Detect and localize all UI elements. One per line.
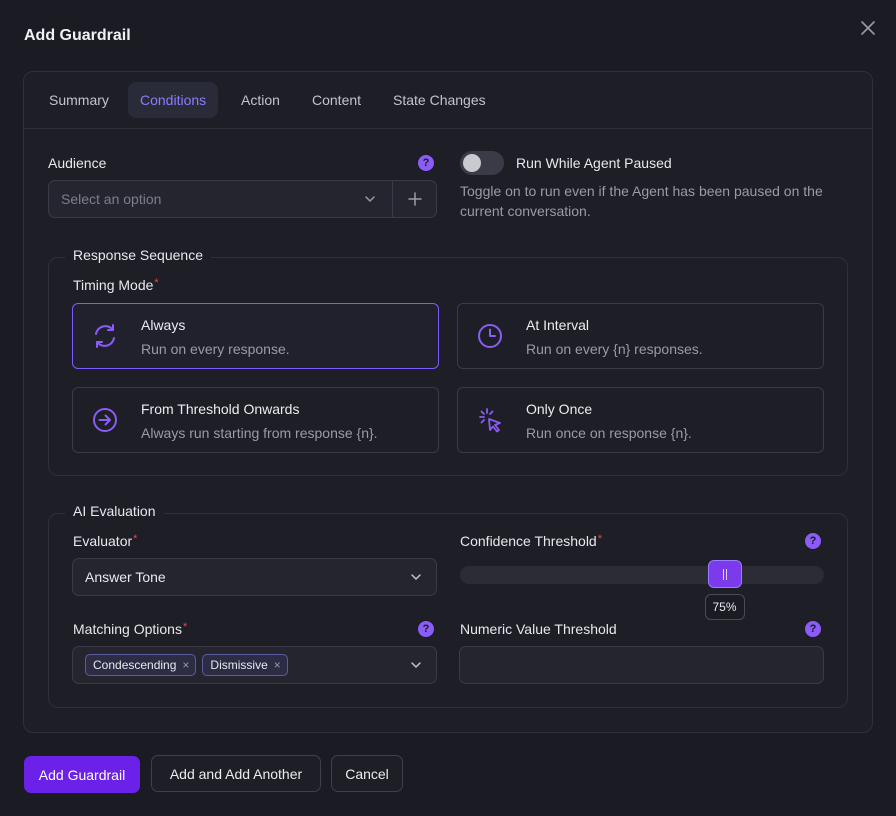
tab-summary[interactable]: Summary <box>37 82 121 118</box>
remove-chip-icon[interactable]: × <box>182 658 189 672</box>
remove-chip-icon[interactable]: × <box>274 658 281 672</box>
audience-placeholder: Select an option <box>61 191 162 207</box>
matching-options-help-icon[interactable]: ? <box>418 621 434 637</box>
chevron-down-icon <box>365 196 375 203</box>
timing-option-threshold[interactable]: From Threshold Onwards Always run starti… <box>72 387 439 453</box>
confidence-help-icon[interactable]: ? <box>805 533 821 549</box>
audience-add-button[interactable] <box>392 180 437 218</box>
confidence-slider-thumb[interactable] <box>707 560 742 588</box>
run-paused-toggle[interactable] <box>460 151 504 175</box>
tab-content[interactable]: Content <box>300 82 373 118</box>
response-sequence-legend: Response Sequence <box>65 247 211 263</box>
audience-label: Audience <box>48 155 107 171</box>
run-paused-label: Run While Agent Paused <box>516 155 672 171</box>
clock-icon <box>478 324 502 348</box>
option-title: From Threshold Onwards <box>141 401 300 417</box>
evaluator-label: Evaluator* <box>73 533 138 549</box>
matching-options-label: Matching Options* <box>73 621 188 637</box>
audience-select[interactable]: Select an option <box>48 180 437 218</box>
tab-action[interactable]: Action <box>229 82 292 118</box>
tab-bar: Summary Conditions Action Content State … <box>24 72 872 129</box>
option-description: Always run starting from response {n}. <box>141 425 378 441</box>
matching-chip: Condescending × <box>85 654 197 676</box>
option-title: Always <box>141 317 186 333</box>
confidence-value-tooltip: 75% <box>704 594 745 620</box>
plus-icon <box>408 192 422 206</box>
click-burst-icon <box>479 408 501 433</box>
numeric-threshold-help-icon[interactable]: ? <box>805 621 821 637</box>
timing-option-at-interval[interactable]: At Interval Run on every {n} responses. <box>457 303 824 369</box>
tab-state-changes[interactable]: State Changes <box>381 82 498 118</box>
audience-help-icon[interactable]: ? <box>418 155 434 171</box>
confidence-label: Confidence Threshold* <box>460 533 602 549</box>
conditions-panel: Summary Conditions Action Content State … <box>23 71 873 733</box>
evaluator-value: Answer Tone <box>85 569 166 585</box>
numeric-threshold-input[interactable] <box>459 646 824 684</box>
timing-option-always[interactable]: Always Run on every response. <box>72 303 439 369</box>
evaluator-select[interactable]: Answer Tone <box>72 558 437 596</box>
option-description: Run on every {n} responses. <box>526 341 703 357</box>
option-title: At Interval <box>526 317 590 333</box>
close-button[interactable] <box>858 18 878 38</box>
add-guardrail-modal: Add Guardrail Summary Conditions Action … <box>0 0 896 816</box>
chevron-down-icon <box>411 662 421 669</box>
confidence-slider-track[interactable] <box>460 560 824 588</box>
refresh-icon <box>95 324 115 348</box>
chevron-down-icon <box>411 574 421 581</box>
modal-title: Add Guardrail <box>24 27 131 44</box>
matching-options-select[interactable]: Condescending × Dismissive × <box>72 646 437 684</box>
arrow-right-circle-icon <box>93 408 117 432</box>
ai-evaluation-legend: AI Evaluation <box>65 503 164 519</box>
option-description: Run once on response {n}. <box>526 425 692 441</box>
option-description: Run on every response. <box>141 341 290 357</box>
numeric-threshold-label: Numeric Value Threshold <box>460 621 617 637</box>
add-and-add-another-button[interactable]: Add and Add Another <box>151 755 321 792</box>
timing-option-only-once[interactable]: Only Once Run once on response {n}. <box>457 387 824 453</box>
close-icon <box>861 21 875 35</box>
run-paused-description: Toggle on to run even if the Agent has b… <box>460 183 823 219</box>
matching-chip: Dismissive × <box>202 654 288 676</box>
tab-conditions[interactable]: Conditions <box>128 82 219 118</box>
option-title: Only Once <box>526 401 593 417</box>
toggle-knob <box>463 154 481 172</box>
add-guardrail-button[interactable]: Add Guardrail <box>24 756 140 793</box>
cancel-button[interactable]: Cancel <box>331 755 403 792</box>
timing-mode-label: Timing Mode* <box>73 277 159 293</box>
